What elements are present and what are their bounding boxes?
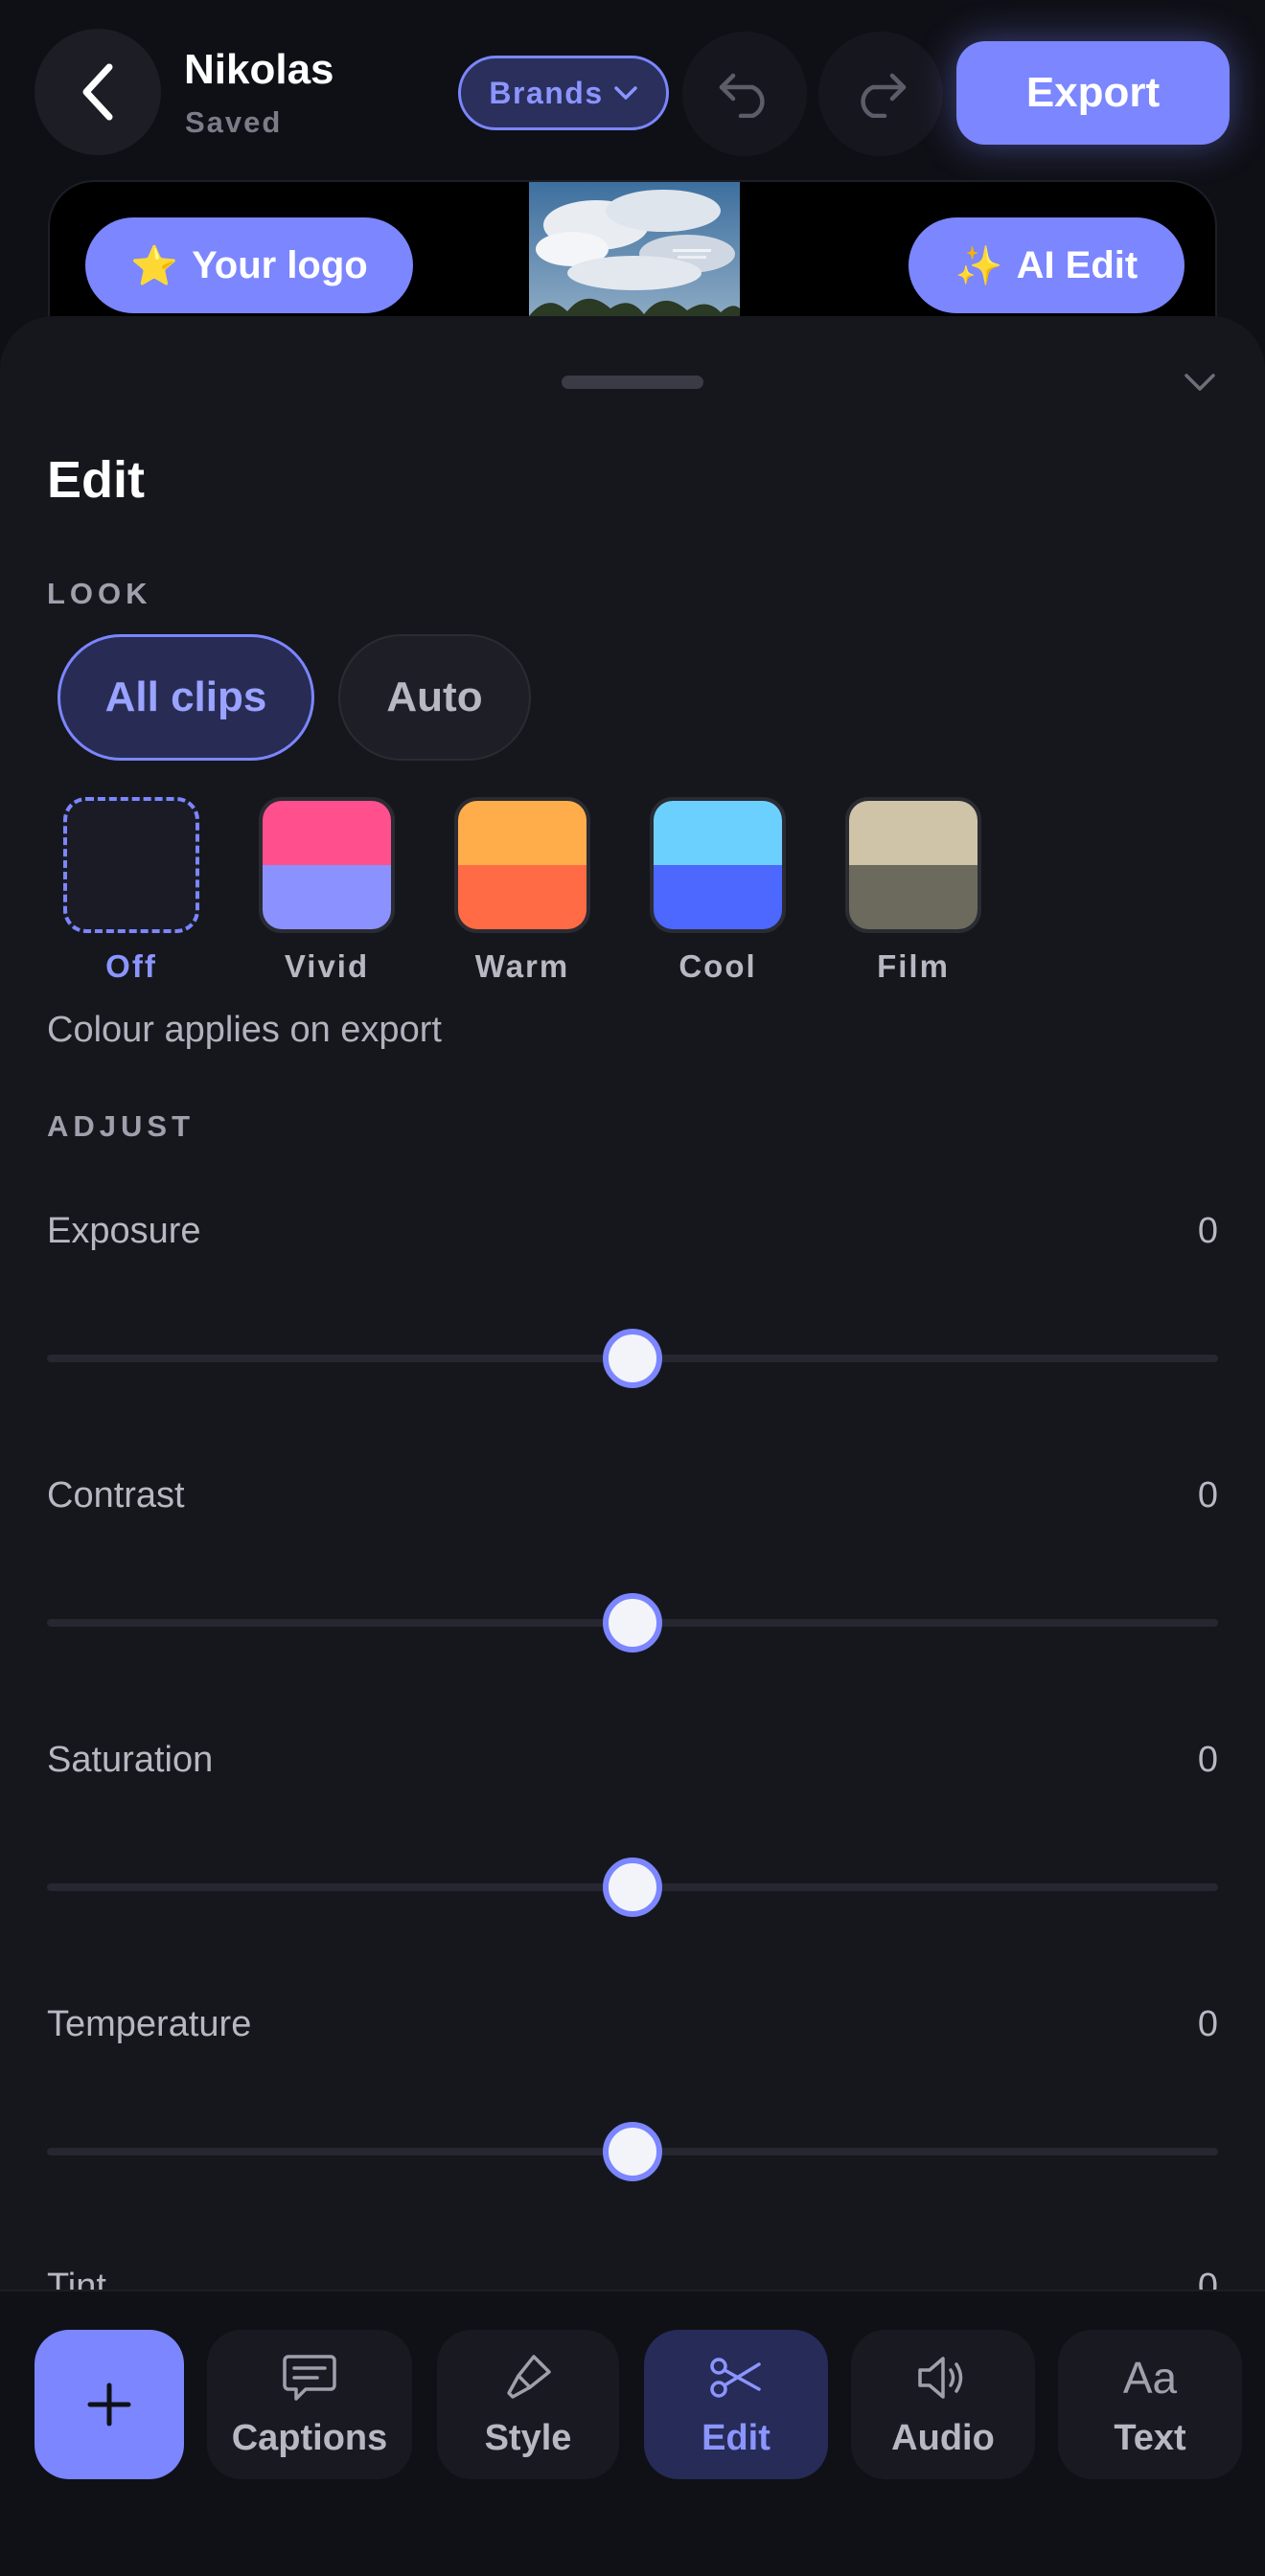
- contrast-label: Contrast: [47, 1475, 185, 1516]
- nav-style-label: Style: [484, 2417, 572, 2458]
- swatch-bottom: [458, 865, 586, 929]
- temperature-label: Temperature: [47, 2004, 252, 2044]
- your-logo-button[interactable]: ⭐ Your logo: [85, 217, 413, 313]
- nav-audio-label: Audio: [891, 2417, 995, 2458]
- exposure-label: Exposure: [47, 1211, 201, 1251]
- exposure-slider-thumb[interactable]: [603, 1329, 662, 1388]
- swatch-top: [849, 801, 978, 865]
- export-button[interactable]: Export: [956, 41, 1230, 145]
- saturation-slider-thumb[interactable]: [603, 1858, 662, 1917]
- adjust-section-label: ADJUST: [47, 1109, 196, 1143]
- captions-icon: [281, 2351, 338, 2405]
- ai-edit-label: AI Edit: [1016, 243, 1138, 286]
- colour-export-note: Colour applies on export: [47, 1010, 442, 1050]
- look-swatch-cool[interactable]: [650, 797, 786, 933]
- look-swatch-film[interactable]: [845, 797, 981, 933]
- look-swatch-vivid[interactable]: [259, 797, 395, 933]
- saturation-value: 0: [1197, 1740, 1218, 1780]
- temperature-slider-thumb[interactable]: [603, 2122, 662, 2181]
- look-section-label: LOOK: [47, 577, 152, 610]
- brands-dropdown[interactable]: Brands: [458, 56, 669, 130]
- brush-icon: [501, 2351, 555, 2405]
- segment-auto[interactable]: Auto: [338, 634, 531, 761]
- undo-icon: [719, 73, 765, 118]
- your-logo-label: Your logo: [192, 243, 368, 286]
- nav-captions[interactable]: Captions: [207, 2330, 412, 2479]
- sparkles-icon: ✨: [954, 244, 1003, 287]
- redo-button[interactable]: [818, 32, 943, 156]
- scissors-icon: [707, 2351, 765, 2405]
- swatch-top: [263, 801, 391, 865]
- undo-button[interactable]: [682, 32, 807, 156]
- look-swatch-off[interactable]: [63, 797, 199, 933]
- chevron-down-icon[interactable]: [1181, 368, 1219, 397]
- nav-edit[interactable]: Edit: [644, 2330, 828, 2479]
- nav-style[interactable]: Style: [437, 2330, 619, 2479]
- swatch-top: [654, 801, 782, 865]
- plus-icon: [87, 2382, 131, 2427]
- look-label-vivid: Vivid: [284, 948, 370, 984]
- look-label-film: Film: [877, 948, 950, 984]
- contrast-value: 0: [1197, 1475, 1218, 1516]
- temperature-value: 0: [1197, 2004, 1218, 2044]
- nav-text-label: Text: [1114, 2417, 1186, 2458]
- project-title: Nikolas: [184, 46, 334, 93]
- swatch-top: [458, 801, 586, 865]
- nav-captions-label: Captions: [231, 2417, 388, 2458]
- text-icon-glyph: Aa: [1122, 2352, 1178, 2403]
- nav-audio[interactable]: Audio: [851, 2330, 1035, 2479]
- speaker-icon: [914, 2351, 972, 2405]
- add-button[interactable]: [34, 2330, 184, 2479]
- segment-all-clips[interactable]: All clips: [58, 634, 314, 761]
- back-button[interactable]: [34, 29, 161, 155]
- look-swatch-warm[interactable]: [454, 797, 590, 933]
- star-icon: ⭐: [130, 244, 179, 287]
- swatch-bottom: [849, 865, 978, 929]
- contrast-slider-thumb[interactable]: [603, 1593, 662, 1653]
- look-label-off: Off: [105, 948, 157, 984]
- save-status: Saved: [185, 105, 283, 139]
- chevron-left-icon: [82, 63, 113, 121]
- sheet-title: Edit: [47, 451, 145, 509]
- look-label-cool: Cool: [678, 948, 757, 984]
- brands-label: Brands: [489, 75, 604, 110]
- ai-edit-button[interactable]: ✨ AI Edit: [908, 217, 1184, 313]
- sheet-drag-handle[interactable]: [562, 376, 703, 389]
- saturation-label: Saturation: [47, 1740, 214, 1780]
- swatch-bottom: [654, 865, 782, 929]
- redo-icon: [861, 73, 907, 118]
- nav-text[interactable]: Aa Text: [1058, 2330, 1242, 2479]
- exposure-value: 0: [1197, 1211, 1218, 1251]
- edit-sheet: Edit LOOK All clips Auto Off Vivid Warm …: [0, 316, 1265, 2347]
- text-icon: Aa: [1123, 2351, 1177, 2405]
- chevron-down-icon: [613, 86, 637, 100]
- swatch-bottom: [263, 865, 391, 929]
- bottom-toolbar: Captions Style Edit Audio Aa Text: [0, 2290, 1265, 2576]
- look-label-warm: Warm: [474, 948, 570, 984]
- nav-edit-label: Edit: [702, 2417, 770, 2458]
